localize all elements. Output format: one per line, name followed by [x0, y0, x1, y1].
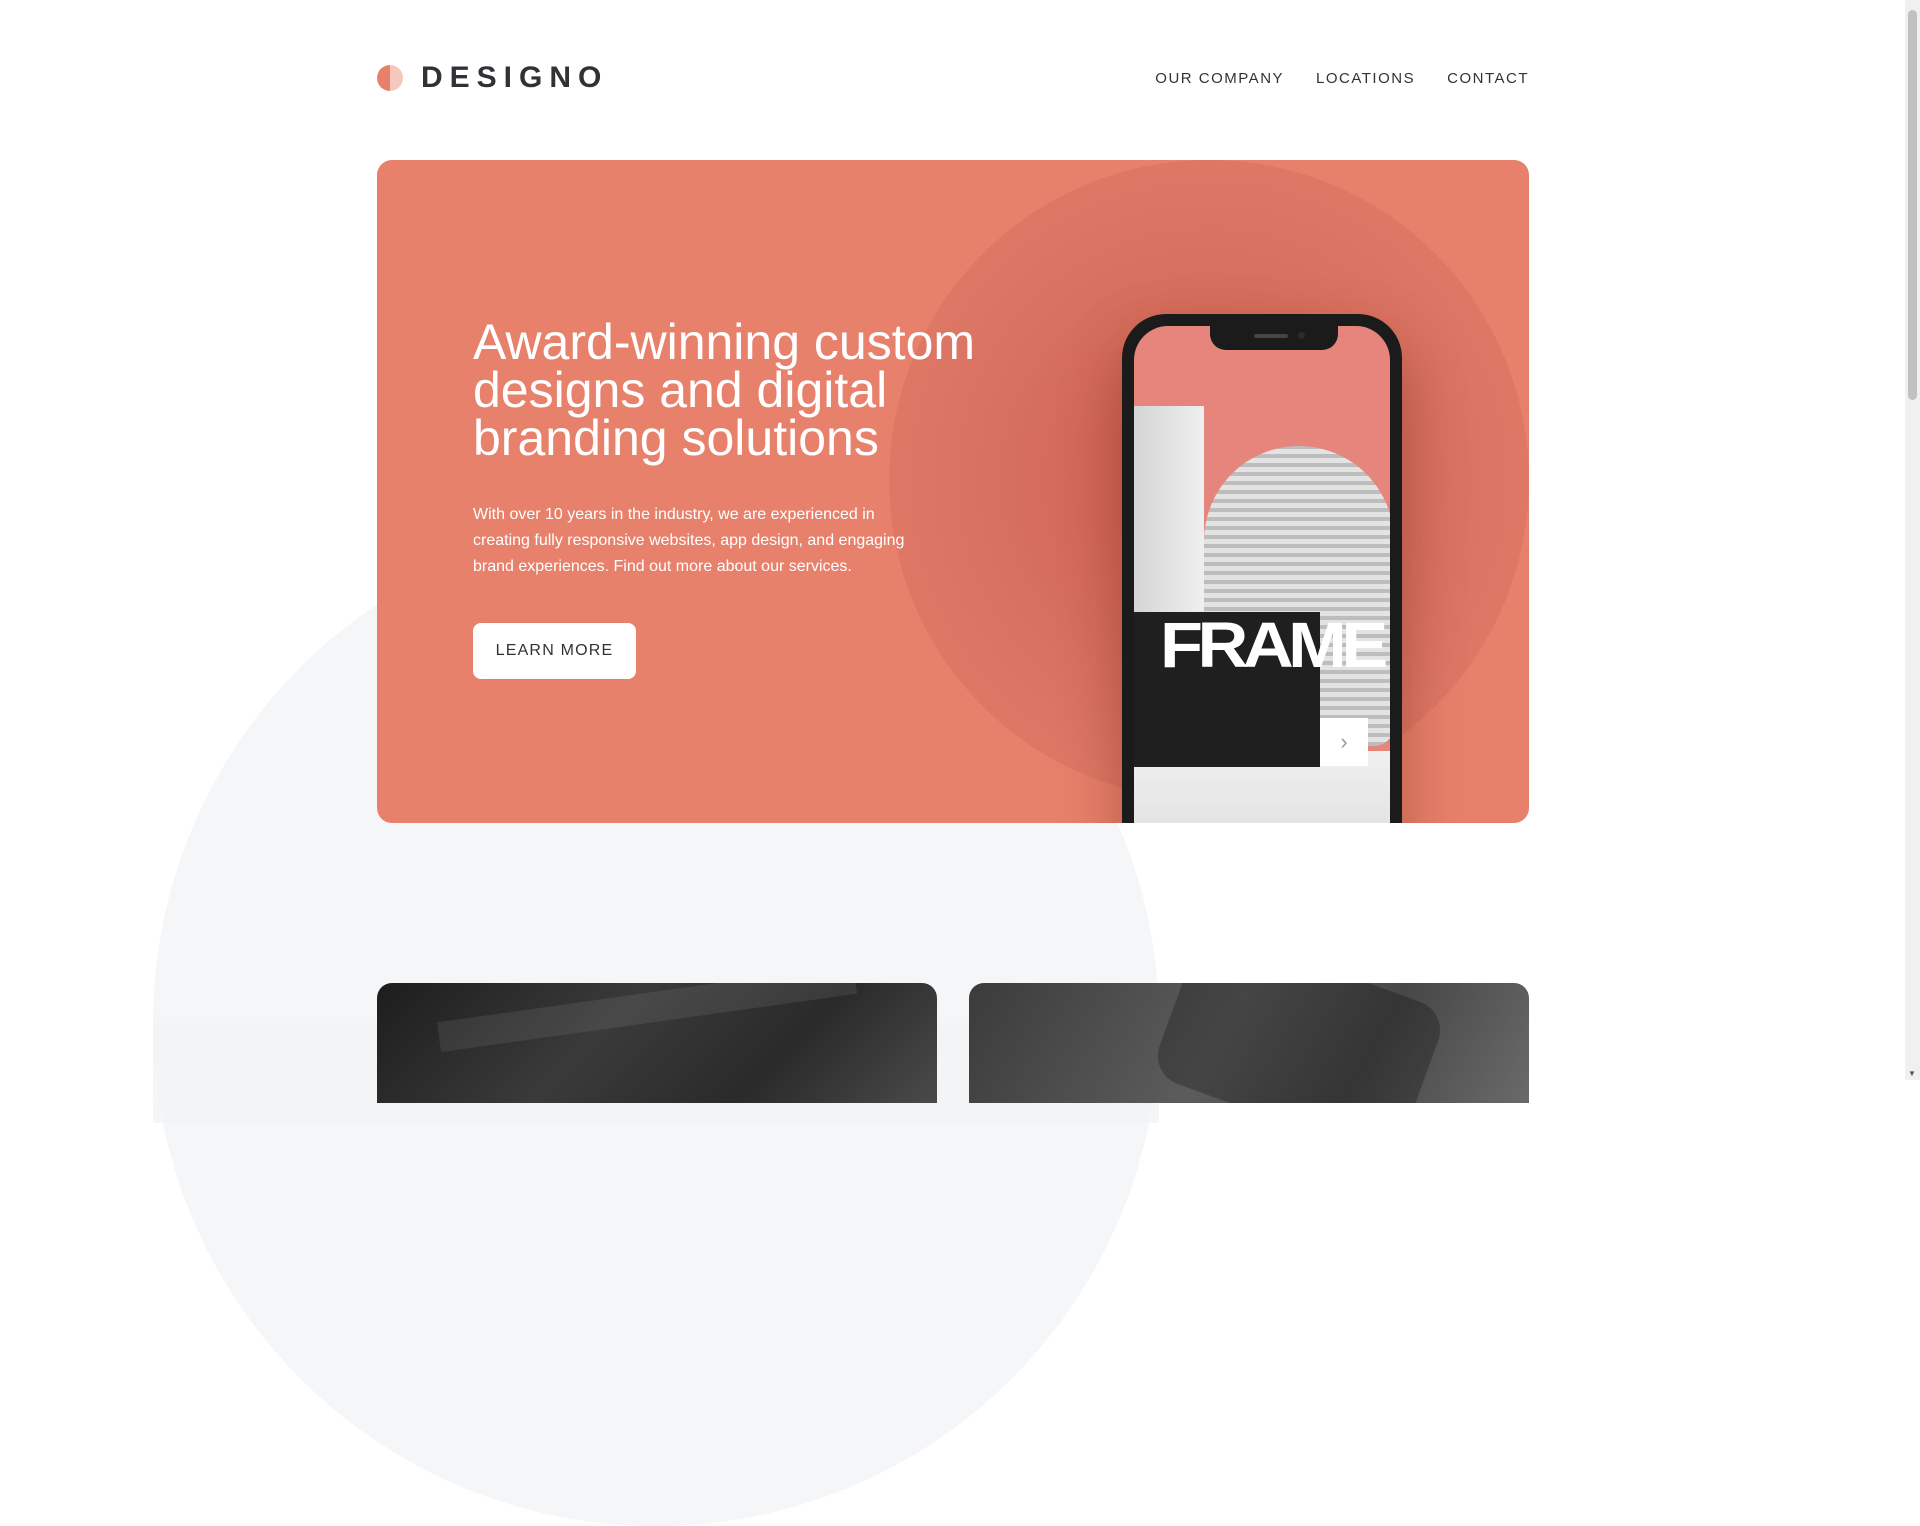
- main-nav: OUR COMPANY LOCATIONS CONTACT: [1155, 70, 1529, 87]
- frame-logo-text: FRAME: [1160, 609, 1388, 681]
- card-image-detail: [1149, 983, 1449, 1103]
- hero-section: Award-winning custom designs and digital…: [377, 160, 1529, 823]
- logo-text: DESIGNO: [421, 61, 609, 94]
- logo[interactable]: DESIGNO: [377, 61, 608, 95]
- nav-link-our-company[interactable]: OUR COMPANY: [1155, 70, 1284, 87]
- card-image-detail: [436, 983, 858, 1053]
- phone-screen: FRAME ›: [1134, 326, 1390, 823]
- phone-notch: [1210, 326, 1338, 350]
- hero-description: With over 10 years in the industry, we a…: [473, 506, 905, 575]
- scroll-down-arrow-icon[interactable]: ▼: [1908, 1069, 1916, 1078]
- speaker-slot: [1254, 334, 1288, 338]
- nav-link-locations[interactable]: LOCATIONS: [1316, 70, 1415, 87]
- chevron-right-icon: ›: [1320, 718, 1368, 766]
- page-scrollbar[interactable]: ▼: [1905, 0, 1920, 1080]
- project-card-app-design[interactable]: [969, 983, 1529, 1103]
- learn-more-button[interactable]: LEARN MORE: [473, 623, 636, 679]
- camera-dot: [1298, 332, 1305, 339]
- phone-mockup: FRAME ›: [1122, 314, 1402, 823]
- scrollbar-thumb[interactable]: [1908, 10, 1917, 400]
- nav-link-contact[interactable]: CONTACT: [1447, 70, 1529, 87]
- project-card-web-design[interactable]: [377, 983, 937, 1103]
- site-header: DESIGNO OUR COMPANY LOCATIONS CONTACT: [377, 58, 1529, 98]
- logo-icon: [377, 65, 403, 91]
- hero-title: Award-winning custom designs and digital…: [473, 314, 976, 466]
